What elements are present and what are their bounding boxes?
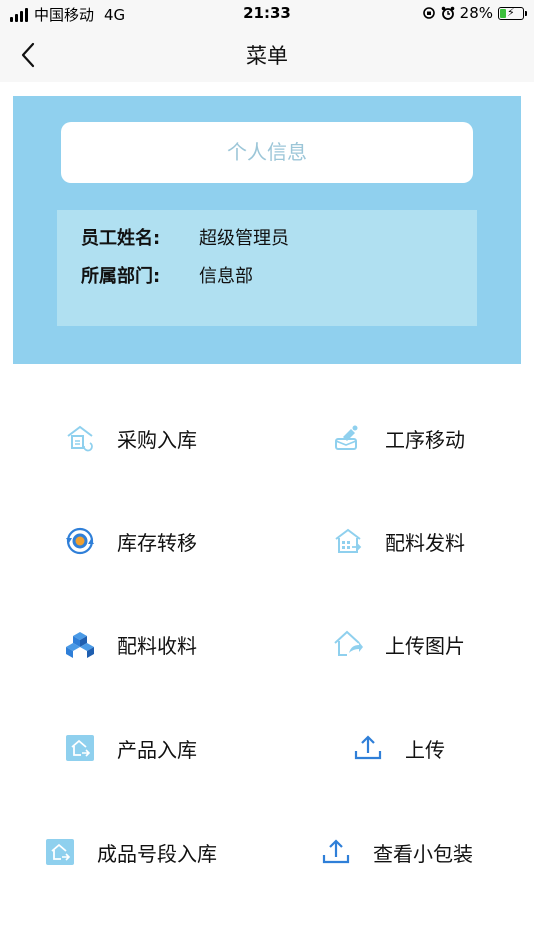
menu-item-upload-image[interactable]: 上传图片 <box>333 624 465 664</box>
process-move-icon <box>335 425 358 450</box>
menu-item-process-move[interactable]: 工序移动 <box>333 418 465 458</box>
upload-icon <box>354 735 382 760</box>
menu-label-inventory-transfer: 库存转移 <box>117 530 197 555</box>
personal-info-header: 个人信息 <box>61 122 473 183</box>
menu-item-material-receive[interactable]: 配料收料 <box>65 624 197 664</box>
menu-item-inventory-transfer[interactable]: 库存转移 <box>65 521 197 561</box>
product-segment-in-icon <box>46 839 74 865</box>
menu-item-purchase-in[interactable]: 采购入库 <box>65 418 197 458</box>
orientation-lock-icon <box>422 7 435 19</box>
status-bar: 中国移动 4G 21:33 28% ⚡ <box>0 0 534 28</box>
menu-label-product-segment-in: 成品号段入库 <box>97 841 217 866</box>
alarm-icon <box>441 6 454 20</box>
warehouse-in-icon <box>67 425 93 452</box>
employee-name-value: 超级管理员 <box>199 228 289 249</box>
nav-bar: 菜单 <box>0 28 534 82</box>
menu-label-purchase-in: 采购入库 <box>117 427 197 452</box>
menu-item-product-in[interactable]: 产品入库 <box>65 728 197 768</box>
menu-item-material-issue[interactable]: 配料发料 <box>333 521 465 561</box>
menu-item-view-small-package[interactable]: 查看小包装 <box>321 832 473 872</box>
personal-info-box: 员工姓名: 超级管理员 所属部门: 信息部 <box>57 210 477 326</box>
battery-percent: 28% <box>459 4 493 22</box>
menu-label-view-small-package: 查看小包装 <box>373 841 473 866</box>
menu-label-process-move: 工序移动 <box>385 427 465 452</box>
upload-icon <box>322 839 350 864</box>
menu-label-material-issue: 配料发料 <box>385 530 465 555</box>
personal-info-panel: 个人信息 员工姓名: 超级管理员 所属部门: 信息部 <box>13 96 521 364</box>
employee-name-row: 员工姓名: 超级管理员 <box>81 224 289 250</box>
menu-label-product-in: 产品入库 <box>117 737 197 762</box>
menu-item-product-segment-in[interactable]: 成品号段入库 <box>45 832 217 872</box>
menu-item-upload[interactable]: 上传 <box>353 728 445 768</box>
charging-bolt-icon: ⚡ <box>507 5 515 19</box>
material-receive-icon <box>66 632 94 658</box>
department-row: 所属部门: 信息部 <box>81 262 253 288</box>
battery-icon: ⚡ <box>498 5 527 20</box>
status-right: 28% ⚡ <box>422 4 527 22</box>
inventory-transfer-icon <box>66 527 94 555</box>
menu-label-upload-image: 上传图片 <box>385 633 465 658</box>
employee-name-label: 员工姓名: <box>81 228 161 249</box>
upload-image-icon <box>334 630 363 656</box>
department-label: 所属部门: <box>81 266 161 287</box>
menu-label-upload: 上传 <box>405 737 445 762</box>
material-issue-icon <box>335 528 362 553</box>
page-title: 菜单 <box>246 44 288 68</box>
department-value: 信息部 <box>199 266 253 287</box>
product-in-icon <box>66 735 94 761</box>
menu-label-material-receive: 配料收料 <box>117 633 197 658</box>
